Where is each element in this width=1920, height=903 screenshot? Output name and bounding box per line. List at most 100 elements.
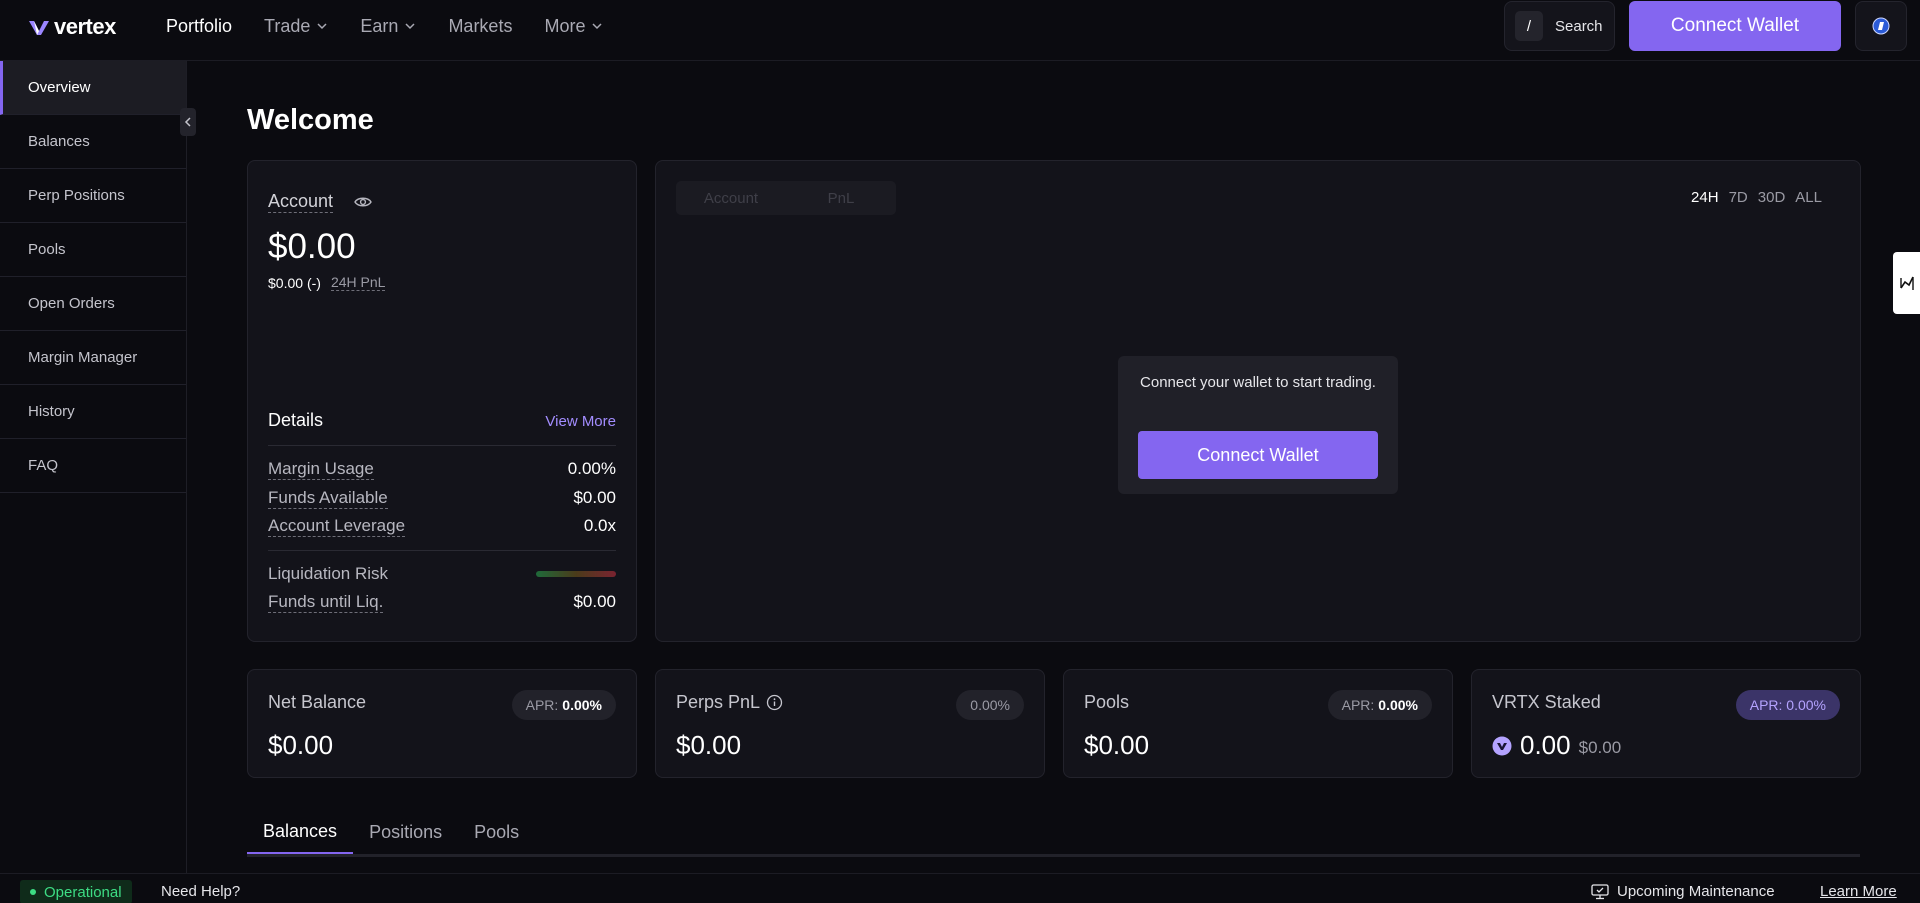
view-more-link[interactable]: View More — [545, 413, 616, 430]
search-shortcut-key: / — [1515, 11, 1543, 41]
stat-value: $0.00 — [1084, 730, 1150, 760]
stat-title: VRTX Staked — [1492, 692, 1601, 712]
badge-value: 0.00% — [970, 697, 1010, 713]
floating-tool-tab[interactable] — [1893, 252, 1920, 314]
apr-badge: APR: 0.00% — [511, 690, 616, 720]
eye-icon[interactable] — [354, 193, 372, 211]
status-dot — [30, 889, 36, 895]
sidebar-item-pools[interactable]: Pools — [0, 223, 186, 277]
detail-value: 0.00% — [567, 459, 616, 478]
detail-label: Funds until Liq. — [268, 591, 384, 613]
pnl-value: $0.00 (-) — [268, 275, 321, 291]
tab-account[interactable]: Account — [676, 181, 786, 215]
range-24h[interactable]: 24H — [1691, 189, 1719, 206]
detail-row-funds-until-liq: Funds until Liq. $0.00 — [268, 590, 616, 614]
help-link[interactable]: Need Help? — [161, 883, 240, 900]
stat-value: $0.00 — [268, 730, 334, 760]
apr-badge: APR: 0.00% — [1327, 690, 1432, 720]
account-title: Account — [268, 191, 334, 213]
nav-trade-label: Trade — [264, 15, 311, 36]
range-7d[interactable]: 7D — [1729, 189, 1748, 206]
brand-logo[interactable]: vertex — [28, 14, 116, 40]
detail-label: Funds Available — [268, 487, 388, 509]
vrtx-token-icon — [1492, 736, 1512, 755]
account-pnl: $0.00 (-) 24H PnL — [268, 274, 386, 291]
divider — [268, 445, 616, 446]
stat-card-vrtx-staked: VRTX Staked APR: 0.00% 0.00 $0.00 — [1471, 669, 1861, 778]
account-card: Account $0.00 $0.00 (-) 24H PnL Details … — [247, 160, 637, 642]
sidebar-item-faq[interactable]: FAQ — [0, 439, 186, 493]
apr-badge: APR: 0.00% — [1735, 690, 1840, 720]
stat-card-pools: Pools APR: 0.00% $0.00 — [1063, 669, 1453, 778]
detail-row-funds-available: Funds Available $0.00 — [268, 486, 616, 510]
stat-title-text: Perps PnL — [676, 692, 761, 712]
range-30d[interactable]: 30D — [1758, 189, 1786, 206]
account-value: $0.00 — [268, 227, 356, 266]
search-label: Search — [1555, 17, 1603, 35]
stat-title: Pools — [1084, 692, 1130, 712]
detail-row-liquidation-risk: Liquidation Risk — [268, 562, 616, 586]
nav-portfolio[interactable]: Portfolio — [150, 0, 248, 52]
sidebar-item-overview[interactable]: Overview — [0, 61, 186, 115]
top-bar: vertex Portfolio Trade Earn Markets More… — [0, 0, 1920, 61]
nav-earn[interactable]: Earn — [344, 0, 432, 52]
detail-row-margin-usage: Margin Usage 0.00% — [268, 457, 616, 481]
apr-value: 0.00% — [1378, 697, 1418, 713]
detail-row-account-leverage: Account Leverage 0.0x — [268, 514, 616, 538]
page-title: Welcome — [247, 104, 374, 136]
chevron-down-icon — [317, 23, 327, 30]
sidebar-item-margin-manager[interactable]: Margin Manager — [0, 331, 186, 385]
details-title: Details — [268, 410, 324, 430]
liquidation-risk-bar — [536, 571, 616, 577]
search-button[interactable]: / Search — [1504, 1, 1615, 51]
stat-value: 0.00 $0.00 — [1492, 730, 1621, 761]
connect-wallet-button[interactable]: Connect Wallet — [1138, 431, 1378, 479]
sidebar-item-balances[interactable]: Balances — [0, 115, 186, 169]
nav-portfolio-label: Portfolio — [166, 15, 233, 36]
learn-more-link[interactable]: Learn More — [1820, 883, 1897, 900]
nav-markets-label: Markets — [448, 15, 513, 36]
nav-trade[interactable]: Trade — [248, 0, 344, 52]
sidebar-collapse-button[interactable] — [180, 108, 196, 136]
tab-pnl[interactable]: PnL — [786, 181, 896, 215]
footer: Operational Need Help? Upcoming Maintena… — [0, 873, 1920, 903]
tab-pools[interactable]: Pools — [458, 810, 535, 854]
apr-label: APR: — [1341, 697, 1375, 713]
apr-label: APR: — [525, 697, 559, 713]
sidebar-item-open-orders[interactable]: Open Orders — [0, 277, 186, 331]
vertex-logo-icon — [29, 21, 49, 35]
sidebar-item-history[interactable]: History — [0, 385, 186, 439]
connect-wallet-button[interactable]: Connect Wallet — [1629, 1, 1841, 51]
pnl-change: (-) — [306, 274, 321, 291]
maintenance-icon — [1591, 883, 1609, 899]
info-icon[interactable] — [766, 694, 783, 711]
globe-icon — [1872, 17, 1890, 35]
nav-more[interactable]: More — [528, 0, 619, 52]
nav-markets[interactable]: Markets — [432, 0, 528, 52]
range-all[interactable]: ALL — [1795, 189, 1822, 206]
main-nav: Portfolio Trade Earn Markets More — [150, 0, 619, 52]
nav-more-label: More — [544, 15, 586, 36]
maintenance-text: Upcoming Maintenance — [1617, 883, 1775, 900]
apr-value: 0.00% — [562, 697, 602, 713]
detail-label: Liquidation Risk — [268, 564, 389, 583]
stat-card-perps-pnl: Perps PnL 0.00% $0.00 — [655, 669, 1045, 778]
detail-value: $0.00 — [573, 592, 616, 611]
brand-name: vertex — [54, 14, 116, 39]
tab-balances[interactable]: Balances — [247, 810, 354, 854]
chevron-down-icon — [405, 23, 415, 30]
status-badge[interactable]: Operational — [20, 880, 132, 903]
chart-card: Account PnL 24H 7D 30D ALL Connect your … — [655, 160, 1861, 642]
detail-label: Account Leverage — [268, 515, 406, 537]
stat-title: Perps PnL — [676, 692, 783, 713]
staked-amount: 0.00 — [1520, 730, 1571, 760]
network-button[interactable] — [1855, 1, 1907, 51]
stat-title: Net Balance — [268, 692, 367, 712]
chart-tool-icon — [1899, 276, 1914, 290]
divider — [268, 550, 616, 551]
sidebar: Overview Balances Perp Positions Pools O… — [0, 61, 187, 873]
pnl-amount: $0.00 — [268, 274, 304, 291]
sidebar-item-perp-positions[interactable]: Perp Positions — [0, 169, 186, 223]
maintenance-link[interactable]: Upcoming Maintenance — [1591, 883, 1775, 900]
tab-positions[interactable]: Positions — [353, 810, 458, 854]
